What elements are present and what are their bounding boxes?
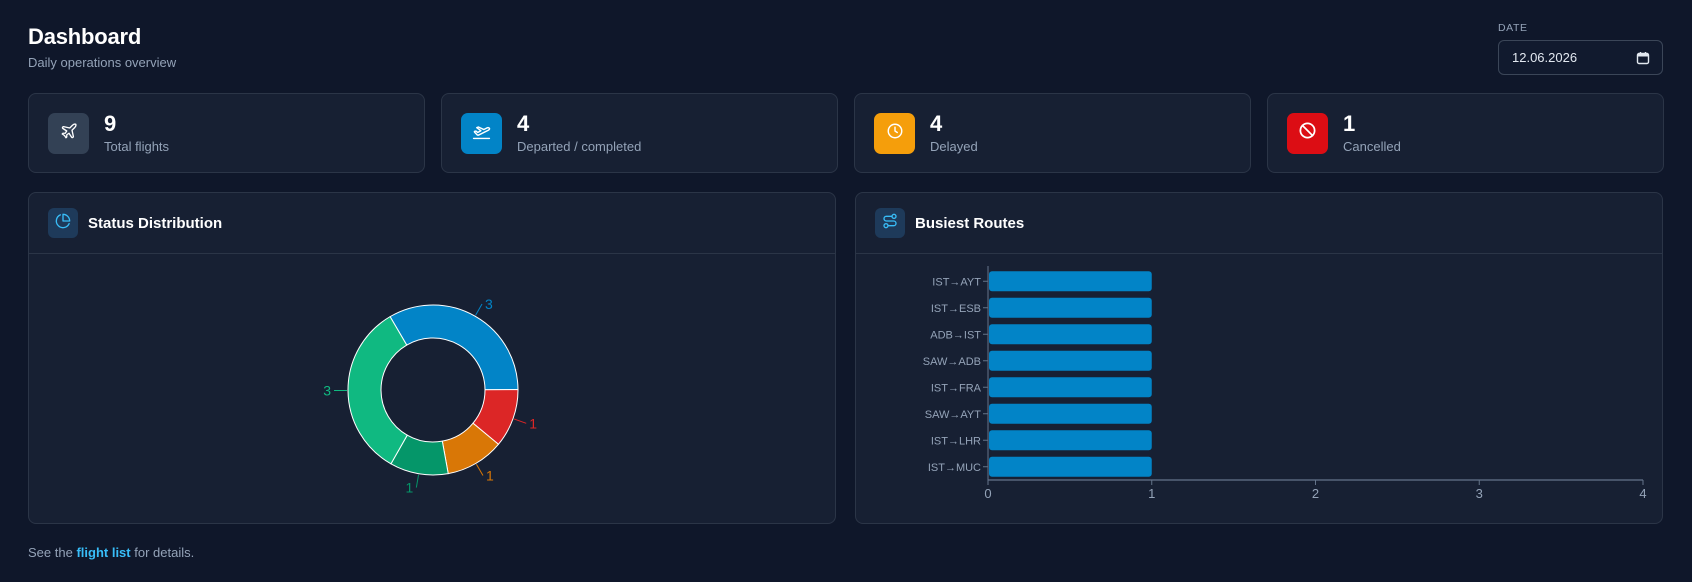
route-bar[interactable] — [989, 456, 1152, 477]
route-bar[interactable] — [989, 324, 1152, 345]
date-label: DATE — [1498, 22, 1528, 34]
status-chart-area: 3 1 1 1 3 — [29, 254, 835, 523]
footer-suffix: for details. — [134, 545, 195, 560]
panel-title: Busiest Routes — [915, 214, 1025, 232]
x-tick-label: 0 — [984, 486, 991, 501]
stat-icon-box — [48, 112, 89, 154]
stat-value: 1 — [1343, 111, 1356, 136]
route-bar[interactable] — [989, 350, 1152, 371]
page-title: Dashboard — [28, 24, 142, 49]
route-bar[interactable] — [989, 271, 1152, 292]
route-bar[interactable] — [989, 377, 1152, 398]
footer-note: See the flight list for details. — [28, 545, 194, 560]
route-bar[interactable] — [989, 297, 1152, 318]
panel-header: Busiest Routes — [856, 193, 1662, 254]
x-tick-label: 1 — [1148, 486, 1155, 501]
routes-chart-area: IST→AYT IST→ESB ADB→IST SAW→ADB IST→FRA SAW→A… — [856, 254, 1662, 523]
page-subtitle: Daily operations overview — [28, 55, 177, 70]
route-label: IST→LHR — [931, 435, 981, 447]
route-icon — [882, 213, 898, 234]
stat-card-total: 9 Total flights — [28, 93, 425, 173]
slice-value-label: 1 — [529, 415, 537, 431]
slice-value-label: 1 — [486, 467, 494, 483]
route-label: SAW→ADB — [923, 356, 981, 368]
stat-value: 9 — [104, 111, 117, 136]
stat-label: Delayed — [930, 139, 978, 154]
status-donut-chart: 3 1 1 1 3 — [323, 296, 537, 496]
stat-value: 4 — [930, 111, 943, 136]
stat-icon-box — [874, 112, 915, 154]
x-tick-label: 3 — [1476, 486, 1483, 501]
panel-icon-box — [875, 208, 905, 238]
date-value: 12.06.2026 — [1512, 50, 1578, 65]
pie-chart-icon — [55, 213, 71, 234]
footer-prefix: See the — [28, 545, 73, 560]
status-distribution-panel: Status Distribution 3 1 1 1 3 — [28, 192, 836, 524]
plane-icon — [60, 122, 78, 145]
stat-card-departed: 4 Departed / completed — [441, 93, 838, 173]
dashboard-page: Dashboard Daily operations overview DATE… — [0, 0, 1692, 582]
route-label: IST→FRA — [931, 382, 982, 394]
panel-icon-box — [48, 208, 78, 238]
stat-label: Cancelled — [1343, 139, 1401, 154]
route-label: IST→MUC — [928, 462, 981, 474]
slice-leader-line — [415, 474, 420, 488]
slice-value-label: 3 — [323, 383, 331, 399]
panel-header: Status Distribution — [29, 193, 835, 254]
clock-icon — [886, 122, 904, 145]
stat-value: 4 — [517, 111, 530, 136]
calendar-icon[interactable] — [1636, 51, 1650, 65]
stat-card-delayed: 4 Delayed — [854, 93, 1251, 173]
x-tick-label: 2 — [1312, 486, 1319, 501]
donut-slice[interactable] — [389, 304, 519, 391]
route-bar[interactable] — [989, 430, 1152, 451]
stat-label: Total flights — [104, 139, 170, 154]
date-input[interactable]: 12.06.2026 — [1498, 40, 1663, 75]
busiest-routes-bar-chart: IST→AYT IST→ESB ADB→IST SAW→ADB IST→FRA SAW→A… — [923, 266, 1647, 501]
flight-list-link[interactable]: flight list — [76, 545, 130, 560]
x-tick-label: 4 — [1639, 486, 1646, 501]
stat-icon-box — [461, 112, 502, 154]
slice-leader-line — [513, 418, 527, 424]
slice-leader-line — [475, 303, 483, 316]
busiest-routes-panel: Busiest Routes IST→AYT IST→ESB ADB→IST SAW→… — [855, 192, 1663, 524]
slice-value-label: 1 — [406, 480, 414, 496]
plane-departure-icon — [472, 121, 491, 145]
ban-icon — [1298, 121, 1317, 145]
panel-title: Status Distribution — [88, 214, 223, 232]
donut-slice[interactable] — [347, 315, 408, 465]
stat-card-cancelled: 1 Cancelled — [1267, 93, 1664, 173]
date-picker: DATE 12.06.2026 — [1498, 22, 1663, 75]
stat-label: Departed / completed — [517, 139, 642, 154]
route-label: SAW→AYT — [925, 409, 982, 421]
route-bar[interactable] — [989, 403, 1152, 424]
slice-leader-line — [475, 463, 484, 476]
route-label: IST→ESB — [931, 303, 981, 315]
route-label: ADB→IST — [930, 329, 981, 341]
slice-value-label: 3 — [485, 296, 493, 312]
stat-icon-box — [1287, 112, 1328, 154]
page-header: Dashboard Daily operations overview — [28, 24, 176, 70]
route-label: IST→AYT — [932, 276, 981, 288]
